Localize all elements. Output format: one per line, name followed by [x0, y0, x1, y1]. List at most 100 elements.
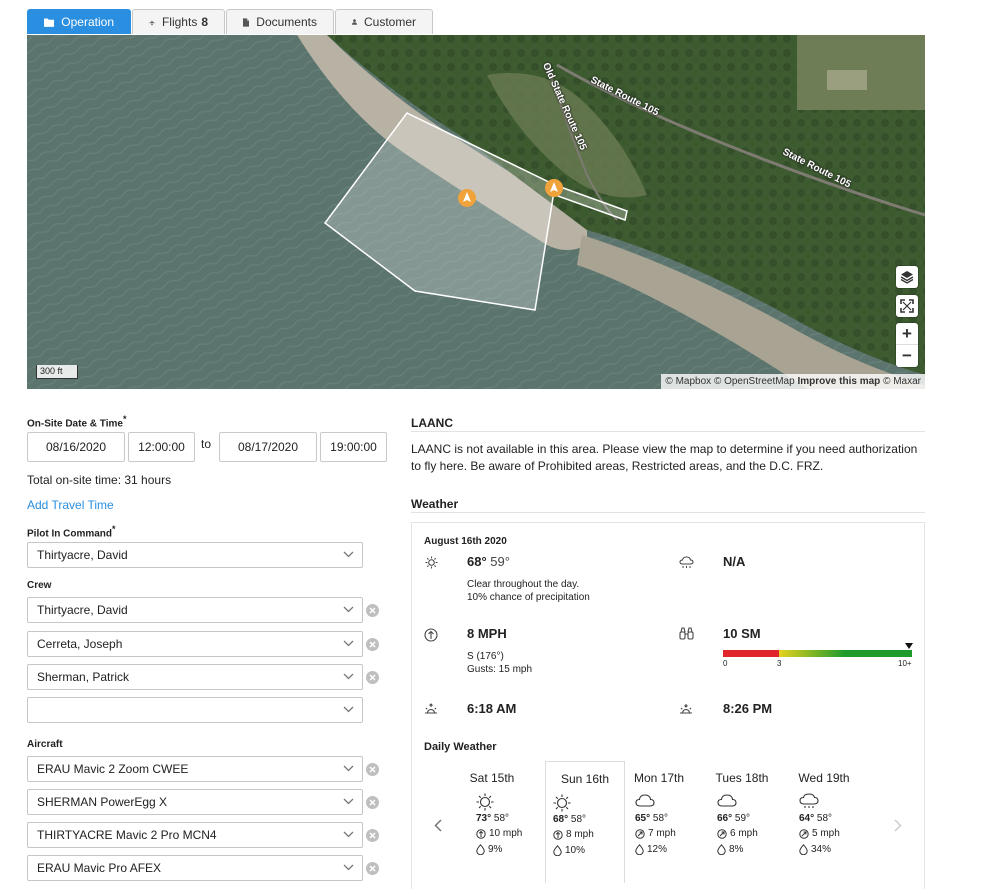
wind-direction-icon [799, 828, 809, 839]
close-icon [369, 641, 376, 648]
add-travel-time-link[interactable]: Add Travel Time [27, 498, 114, 512]
chevron-down-icon [343, 765, 354, 772]
aircraft-select-1[interactable]: ERAU Mavic 2 Zoom CWEE [27, 756, 363, 782]
day-name: Mon 17th [633, 771, 685, 785]
zoom-in-button[interactable]: + [896, 323, 918, 345]
divider [411, 512, 925, 513]
droplet-icon [553, 845, 562, 856]
crew-select-empty[interactable] [27, 697, 363, 723]
attribution-mapbox[interactable]: © Mapbox [665, 376, 711, 387]
day-wind: 5 mph [799, 828, 840, 839]
droplet-icon [799, 844, 808, 855]
pilot-in-command-label: Pilot In Command* [27, 524, 116, 540]
daily-forecast-day[interactable]: Sat 15th 73° 58° 10 mph 9% [452, 761, 532, 883]
tab-label: Flights [161, 15, 198, 29]
day-wind: 10 mph [476, 828, 522, 839]
chevron-down-icon [343, 864, 354, 871]
day-wind: 7 mph [635, 828, 676, 839]
fullscreen-button[interactable] [896, 295, 918, 317]
sunset-time: 8:26 PM [723, 701, 773, 716]
remove-crew-button[interactable] [366, 604, 379, 617]
day-temps: 66° 59° [717, 813, 751, 824]
remove-crew-button[interactable] [366, 638, 379, 651]
fullscreen-icon [900, 299, 914, 313]
attribution-osm[interactable]: © OpenStreetMap [714, 376, 795, 387]
binoculars-icon [679, 627, 694, 640]
remove-aircraft-button[interactable] [366, 862, 379, 875]
chevron-right-icon[interactable] [894, 819, 902, 832]
improve-map-link[interactable]: Improve this map [797, 376, 880, 387]
select-value: ERAU Mavic 2 Zoom CWEE [37, 762, 189, 776]
temp-low: 59° [490, 554, 510, 569]
visibility-bar-yellow [779, 650, 845, 657]
crew-select-1[interactable]: Thirtyacre, David [27, 597, 363, 623]
tab-flights[interactable]: Flights 8 [132, 9, 225, 34]
wind-direction-icon [476, 828, 486, 839]
start-time-input[interactable]: 12:00:00 [128, 432, 195, 462]
select-value: Sherman, Patrick [37, 670, 130, 684]
remove-crew-button[interactable] [366, 671, 379, 684]
crew-select-3[interactable]: Sherman, Patrick [27, 664, 363, 690]
day-wind: 8 mph [553, 829, 594, 840]
day-precip: 10% [553, 845, 585, 856]
tab-label: Documents [256, 15, 317, 29]
remove-aircraft-button[interactable] [366, 796, 379, 809]
day-precip: 8% [717, 844, 743, 855]
zoom-controls: + − [896, 323, 918, 367]
day-precip: 12% [635, 844, 667, 855]
layers-button[interactable] [896, 266, 918, 288]
vis-tick: 3 [777, 659, 782, 668]
pilot-in-command-select[interactable]: Thirtyacre, David [27, 542, 363, 568]
sunset-icon [680, 704, 692, 714]
remove-aircraft-button[interactable] [366, 763, 379, 776]
sun-icon [553, 794, 571, 812]
sun-outline-icon [425, 556, 438, 569]
day-temps: 73° 58° [476, 813, 510, 824]
vis-tick: 0 [723, 659, 728, 668]
rain-cloud-icon [799, 793, 819, 808]
tab-customer[interactable]: Customer [335, 9, 433, 34]
aircraft-select-4[interactable]: ERAU Mavic Pro AFEX [27, 855, 363, 881]
day-name: Sun 16th [560, 772, 610, 786]
attribution-maxar[interactable]: © Maxar [883, 376, 921, 387]
end-date-input[interactable]: 08/17/2020 [219, 432, 317, 462]
flights-count-badge: 8 [201, 15, 208, 29]
daily-forecast-day-selected[interactable]: Sun 16th 68° 58° 8 mph 10% [545, 761, 625, 883]
visibility-value: 10 SM [723, 626, 761, 641]
tab-operation[interactable]: Operation [27, 9, 131, 34]
daily-forecast-day[interactable]: Mon 17th 65° 58° 7 mph 12% [619, 761, 699, 883]
close-icon [369, 674, 376, 681]
laanc-message: LAANC is not available in this area. Ple… [411, 442, 918, 473]
tab-bar: Operation Flights 8 Documents Customer [27, 9, 433, 34]
weather-card: August 16th 2020 68° 59° Clear throughou… [411, 522, 925, 889]
remove-aircraft-button[interactable] [366, 829, 379, 842]
map-view[interactable]: State Route 105 Old State Route 105 Stat… [27, 35, 925, 389]
visibility-bar-red [723, 650, 779, 657]
divider [411, 431, 925, 432]
day-wind: 6 mph [717, 828, 758, 839]
aircraft-label: Aircraft [27, 739, 63, 750]
crew-label: Crew [27, 580, 52, 591]
crew-select-2[interactable]: Cerreta, Joseph [27, 631, 363, 657]
daily-forecast-day[interactable]: Tues 18th 66° 59° 6 mph 8% [702, 761, 782, 883]
start-date-input[interactable]: 08/16/2020 [27, 432, 125, 462]
wind-direction-icon [553, 829, 563, 840]
close-icon [369, 865, 376, 872]
day-name: Tues 18th [715, 771, 769, 785]
select-value: Thirtyacre, David [37, 548, 128, 562]
droplet-icon [717, 844, 726, 855]
end-time-input[interactable]: 19:00:00 [320, 432, 387, 462]
daily-forecast-day[interactable]: Wed 19th 64° 58° 5 mph 34% [784, 761, 864, 883]
visibility-bar-green [845, 650, 912, 657]
tab-documents[interactable]: Documents [226, 9, 334, 34]
temperature-display: 68° 59° [467, 554, 510, 569]
select-value: Cerreta, Joseph [37, 637, 123, 651]
airplane-icon [149, 19, 155, 25]
aircraft-select-3[interactable]: THIRTYACRE Mavic 2 Pro MCN4 [27, 822, 363, 848]
laanc-title: LAANC [411, 416, 453, 430]
tab-label: Customer [363, 15, 416, 29]
cloud-rain-icon [679, 556, 694, 568]
aircraft-select-2[interactable]: SHERMAN PowerEgg X [27, 789, 363, 815]
chevron-left-icon[interactable] [434, 819, 442, 832]
zoom-out-button[interactable]: − [896, 345, 918, 367]
